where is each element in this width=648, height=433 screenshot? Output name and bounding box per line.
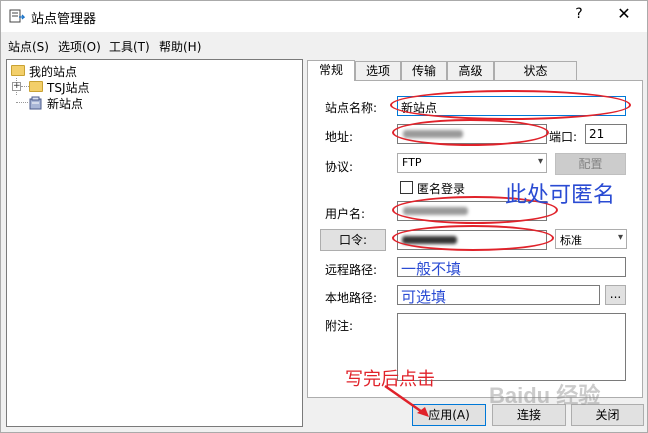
protocol-label: 协议: xyxy=(325,160,354,174)
password-button[interactable]: 口令: xyxy=(320,229,386,251)
title-bar: 站点管理器 ? ✕ xyxy=(1,1,647,32)
protocol-value: FTP xyxy=(402,156,422,169)
tree-item-label: 我的站点 xyxy=(29,65,78,79)
anonymous-checkbox[interactable] xyxy=(400,181,413,194)
tab-general[interactable]: 常规 xyxy=(307,60,355,81)
chevron-down-icon: ▾ xyxy=(617,232,623,243)
folder-icon xyxy=(29,81,43,92)
tab-transfer[interactable]: 传输 xyxy=(401,61,447,81)
password-input[interactable] xyxy=(397,230,547,250)
local-path-input[interactable]: 可选填 xyxy=(397,285,600,305)
expand-icon[interactable]: + xyxy=(12,82,21,91)
menu-tools[interactable]: 工具(T) xyxy=(109,38,150,55)
browse-button[interactable]: ... xyxy=(605,285,626,305)
tree-item-label: TSJ站点 xyxy=(47,81,90,95)
address-label: 地址: xyxy=(325,130,354,144)
tree-connector xyxy=(16,102,28,103)
menu-help[interactable]: 帮助(H) xyxy=(159,38,201,55)
site-tree[interactable]: 我的站点 + TSJ站点 新站点 xyxy=(6,59,303,427)
remote-path-label: 远程路径: xyxy=(325,263,378,277)
chevron-down-icon: ▾ xyxy=(537,156,543,167)
site-name-label: 站点名称: xyxy=(325,101,378,115)
watermark: Baidu 经验 xyxy=(489,383,601,408)
anonymous-label: 匿名登录 xyxy=(417,182,466,196)
configure-button[interactable]: 配置 xyxy=(555,153,626,175)
anonymous-hint: 此处可匿名 xyxy=(505,183,616,208)
redacted-text xyxy=(403,207,468,215)
site-icon xyxy=(29,96,42,110)
tab-advanced[interactable]: 高级 xyxy=(447,61,494,81)
app-icon xyxy=(9,9,25,23)
password-mode-value: 标准 xyxy=(560,234,582,247)
password-mode-select[interactable]: 标准 ▾ xyxy=(555,229,627,249)
redacted-text xyxy=(403,130,463,138)
username-label: 用户名: xyxy=(325,207,366,221)
tab-status[interactable]: 状态 xyxy=(494,61,577,81)
port-input[interactable]: 21 xyxy=(585,124,627,144)
window-title: 站点管理器 xyxy=(31,12,97,27)
menu-site[interactable]: 站点(S) xyxy=(8,38,49,55)
menu-options[interactable]: 选项(O) xyxy=(58,38,101,55)
protocol-select[interactable]: FTP ▾ xyxy=(397,153,547,173)
site-name-input[interactable]: 新站点 xyxy=(397,96,626,116)
note-label: 附注: xyxy=(325,319,354,333)
menu-bar: 站点(S) 选项(O) 工具(T) 帮助(H) xyxy=(1,35,647,55)
port-label: 端口: xyxy=(549,130,578,144)
masked-password xyxy=(402,236,457,244)
local-path-label: 本地路径: xyxy=(325,291,378,305)
tab-options[interactable]: 选项 xyxy=(355,61,401,81)
folder-icon xyxy=(11,65,25,76)
close-icon[interactable]: ✕ xyxy=(613,4,635,26)
tree-item-label: 新站点 xyxy=(47,97,84,111)
remote-path-input[interactable]: 一般不填 xyxy=(397,257,626,277)
help-button[interactable]: ? xyxy=(569,6,589,26)
address-input[interactable] xyxy=(397,124,547,144)
arrow-icon xyxy=(384,384,429,417)
site-manager-window: 站点管理器 ? ✕ 站点(S) 选项(O) 工具(T) 帮助(H) 我的站点 +… xyxy=(0,0,648,433)
